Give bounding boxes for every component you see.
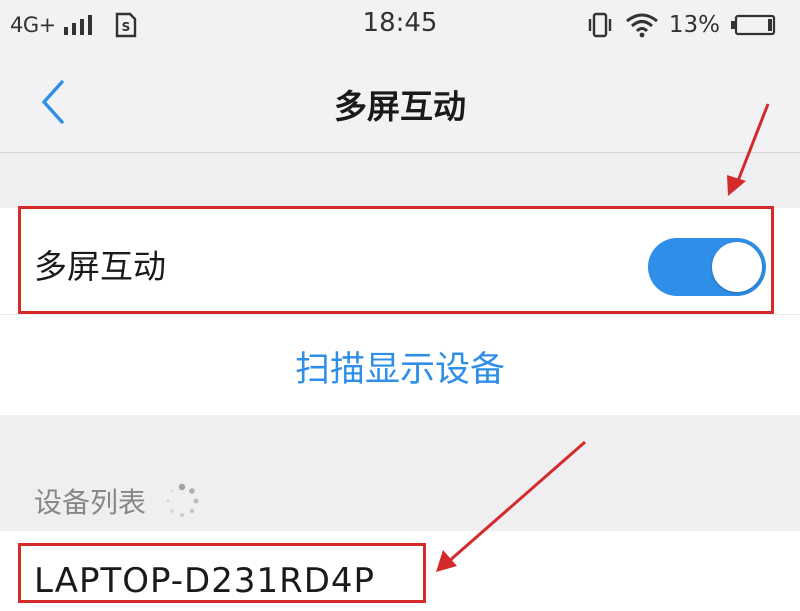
battery-percent: 13%	[668, 12, 720, 38]
battery-icon	[731, 14, 776, 36]
highlight-box-toggle	[18, 206, 774, 314]
status-right: 13%	[585, 10, 776, 40]
wifi-icon	[625, 13, 658, 38]
scan-devices-button[interactable]: 扫描显示设备	[0, 341, 800, 392]
device-list-header: 设备列表	[34, 478, 202, 524]
scan-row: 扫描显示设备	[0, 314, 800, 415]
device-list-title: 设备列表	[34, 486, 147, 519]
nav-bar: 多屏互动	[0, 50, 800, 153]
highlight-box-device	[18, 543, 426, 603]
page-title: 多屏互动	[334, 87, 466, 126]
status-bar: 4G+ S 18:45 13%	[0, 0, 800, 50]
vibrate-icon	[588, 12, 612, 38]
loading-spinner-icon	[166, 483, 199, 517]
